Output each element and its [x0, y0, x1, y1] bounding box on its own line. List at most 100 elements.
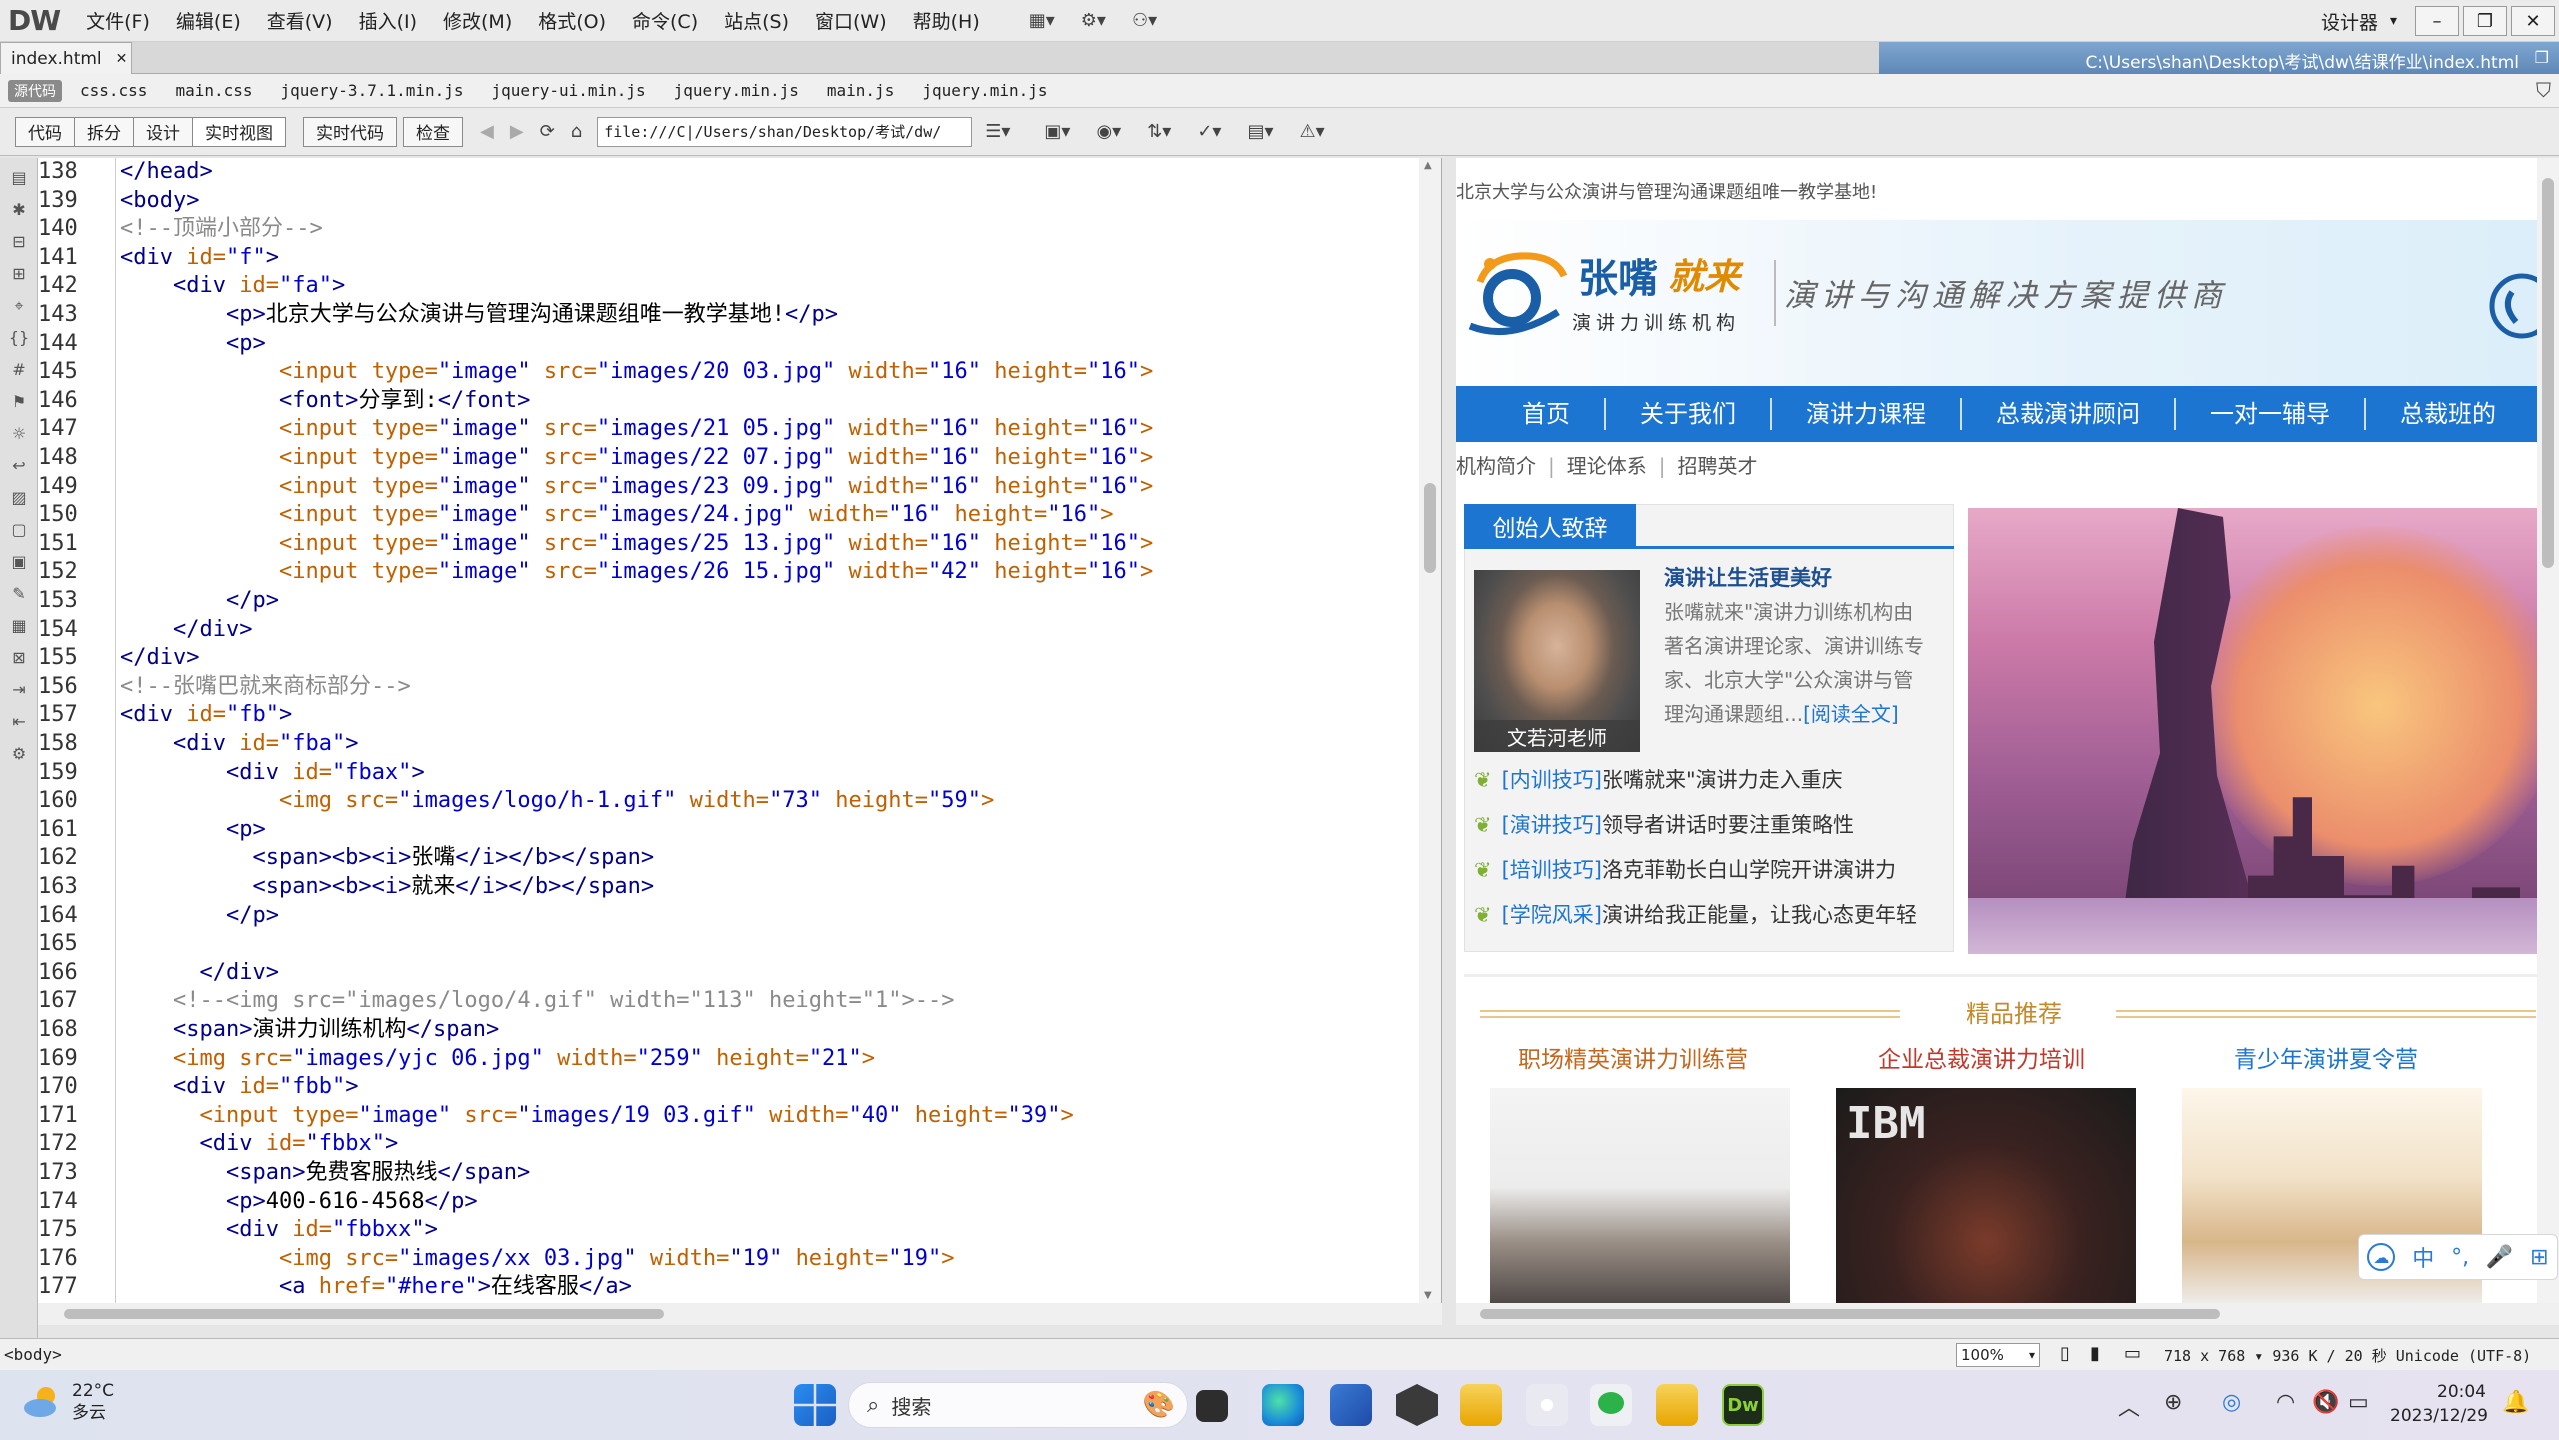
windows-start-icon[interactable]: [794, 1384, 836, 1426]
word-wrap-icon[interactable]: ↩: [7, 455, 31, 477]
speech-title[interactable]: 演讲让生活更美好: [1664, 562, 1832, 592]
design-view-button[interactable]: 设计: [133, 116, 193, 147]
nav-home[interactable]: 首页: [1456, 398, 1606, 430]
wechat-icon[interactable]: [1590, 1384, 1632, 1426]
menu-window[interactable]: 窗口(W): [815, 7, 887, 34]
news-title[interactable]: 张嘴就来"演讲力走入重庆: [1602, 768, 1843, 792]
code-line[interactable]: <div id="fbbxx">: [120, 1216, 438, 1245]
code-line[interactable]: <p>400-616-4568</p>: [120, 1188, 478, 1217]
code-line[interactable]: <a href="#here">在线客服</a>: [120, 1273, 632, 1302]
related-file[interactable]: css.css: [80, 81, 147, 100]
expand-all-icon[interactable]: ⊞: [7, 263, 31, 285]
code-line[interactable]: <input type="image" src="images/20 03.jp…: [120, 358, 1153, 387]
code-line[interactable]: <body>: [120, 187, 199, 216]
code-scroll-thumb[interactable]: [1424, 483, 1436, 573]
related-file[interactable]: jquery-ui.min.js: [492, 81, 646, 100]
news-item[interactable]: ❦ [内训技巧]张嘴就来"演讲力走入重庆: [1474, 764, 1843, 794]
code-line[interactable]: <font>分享到:</font>: [120, 387, 530, 416]
code-line[interactable]: <!--<img src="images/logo/4.gif" width="…: [120, 987, 954, 1016]
live-code-button[interactable]: 实时代码: [303, 116, 397, 147]
back-icon[interactable]: ◀: [473, 117, 501, 147]
code-view-button[interactable]: 代码: [15, 116, 75, 147]
menu-modify[interactable]: 修改(M): [443, 7, 512, 34]
page-options-icon[interactable]: ☰▾: [978, 117, 1017, 147]
tag-selector[interactable]: <body>: [4, 1345, 62, 1364]
file-explorer-icon[interactable]: [1460, 1384, 1502, 1426]
product-title[interactable]: 职场精英演讲力训练营: [1518, 1040, 1748, 1074]
home-icon[interactable]: ⌂: [564, 117, 589, 147]
filter-icon[interactable]: ⛉: [2536, 78, 2551, 102]
desktop-size-icon[interactable]: ▭: [2124, 1343, 2141, 1364]
apply-comment-icon[interactable]: ▢: [7, 519, 31, 541]
highlight-invalid-icon[interactable]: ⚑: [7, 391, 31, 413]
unity-icon[interactable]: [1396, 1384, 1438, 1426]
check-browser-icon[interactable]: ⚠▾: [1292, 117, 1331, 147]
scroll-up-icon[interactable]: ▲: [1424, 160, 1432, 171]
taskbar-search[interactable]: ⌕ 搜索 🎨: [848, 1382, 1188, 1428]
ime-chinese-toggle[interactable]: 中: [2412, 1241, 2434, 1273]
menu-file[interactable]: 文件(F): [86, 7, 150, 34]
tablet-size-icon[interactable]: ▮: [2090, 1343, 2100, 1364]
inspect-button[interactable]: 检查: [403, 116, 463, 147]
task-view-icon[interactable]: [1196, 1390, 1228, 1422]
move-css-icon[interactable]: ⊠: [7, 647, 31, 669]
tab-index-html[interactable]: index.html ✕: [0, 42, 132, 74]
code-line[interactable]: </p>: [120, 902, 279, 931]
open-documents-icon[interactable]: ▤: [7, 167, 31, 189]
code-vertical-scrollbar[interactable]: ▲ ▼: [1419, 158, 1441, 1303]
related-file[interactable]: jquery.min.js: [922, 81, 1047, 100]
related-file[interactable]: main.js: [827, 81, 894, 100]
code-line[interactable]: <p>: [120, 816, 266, 845]
scroll-down-icon[interactable]: ▼: [1424, 1290, 1432, 1301]
source-code-button[interactable]: 源代码: [8, 79, 62, 102]
news-category[interactable]: [内训技巧]: [1502, 768, 1602, 792]
store-icon[interactable]: [1330, 1384, 1372, 1426]
menu-site[interactable]: 站点(S): [724, 7, 789, 34]
ime-punctuation-icon[interactable]: °,: [2451, 1245, 2469, 1270]
news-title[interactable]: 领导者讲话时要注重策略性: [1602, 813, 1854, 837]
product-image-workshop[interactable]: [1490, 1088, 1790, 1303]
cloud-app-icon[interactable]: [1526, 1384, 1568, 1426]
product-title[interactable]: 企业总裁演讲力培训: [1878, 1040, 2085, 1074]
menu-help[interactable]: 帮助(H): [913, 7, 980, 34]
nav-about[interactable]: 关于我们: [1606, 398, 1772, 430]
news-item[interactable]: ❦ [培训技巧]洛克菲勒长白山学院开讲演讲力: [1474, 854, 1896, 884]
news-title[interactable]: 洛克菲勒长白山学院开讲演讲力: [1602, 858, 1896, 882]
code-line[interactable]: <!--顶端小部分-->: [120, 215, 323, 244]
code-line[interactable]: </div>: [120, 616, 252, 645]
code-line[interactable]: <span><b><i>张嘴</i></b></span>: [120, 844, 654, 873]
outdent-icon[interactable]: ⇤: [7, 711, 31, 733]
line-numbers-icon[interactable]: #: [7, 359, 31, 381]
zoom-select[interactable]: 100% ▾: [1956, 1343, 2040, 1367]
code-line[interactable]: <input type="image" src="images/26 15.jp…: [120, 558, 1153, 587]
code-horizontal-scrollbar[interactable]: [38, 1303, 1442, 1325]
restore-doc-icon[interactable]: ❐: [2535, 48, 2549, 67]
news-item[interactable]: ❦ [学院风采]演讲给我正能量，让我心态更年轻: [1474, 899, 1917, 929]
code-line[interactable]: <input type="image" src="images/24.jpg" …: [120, 501, 1114, 530]
code-line[interactable]: <p>: [120, 330, 266, 359]
file-management-icon[interactable]: ⇅▾: [1140, 117, 1178, 147]
chevron-down-icon[interactable]: ▾: [2390, 13, 2397, 29]
code-line[interactable]: <span>免费客服热线</span>: [120, 1159, 530, 1188]
related-file[interactable]: jquery.min.js: [674, 81, 799, 100]
code-line[interactable]: <div id="fa">: [120, 272, 345, 301]
battery-icon[interactable]: ▭: [2348, 1390, 2369, 1415]
live-scroll-thumb[interactable]: [2542, 178, 2554, 568]
visual-aids-icon[interactable]: ▤▾: [1240, 117, 1280, 147]
close-tab-icon[interactable]: ✕: [116, 51, 128, 67]
code-line[interactable]: <input type="image" src="images/23 09.jp…: [120, 473, 1153, 502]
menu-commands[interactable]: 命令(C): [632, 7, 698, 34]
nav-courses[interactable]: 演讲力课程: [1772, 398, 1962, 430]
menu-edit[interactable]: 编辑(E): [176, 7, 241, 34]
code-line[interactable]: <span><b><i>就来</i></b></span>: [120, 873, 654, 902]
close-icon[interactable]: ✕: [2511, 6, 2555, 36]
subnav-intro[interactable]: 机构简介: [1456, 454, 1536, 478]
w3c-validation-icon[interactable]: ✓▾: [1190, 117, 1228, 147]
nav-ceo-advisor[interactable]: 总裁演讲顾问: [1962, 398, 2176, 430]
code-line[interactable]: </p>: [120, 587, 279, 616]
code-line[interactable]: <!--张嘴巴就来商标部分-->: [120, 673, 411, 702]
syntax-coloring-icon[interactable]: ▨: [7, 487, 31, 509]
code-line[interactable]: <span>演讲力训练机构</span>: [120, 1016, 499, 1045]
read-more-link[interactable]: [阅读全文]: [1803, 702, 1899, 726]
code-line[interactable]: <div id="f">: [120, 244, 279, 273]
